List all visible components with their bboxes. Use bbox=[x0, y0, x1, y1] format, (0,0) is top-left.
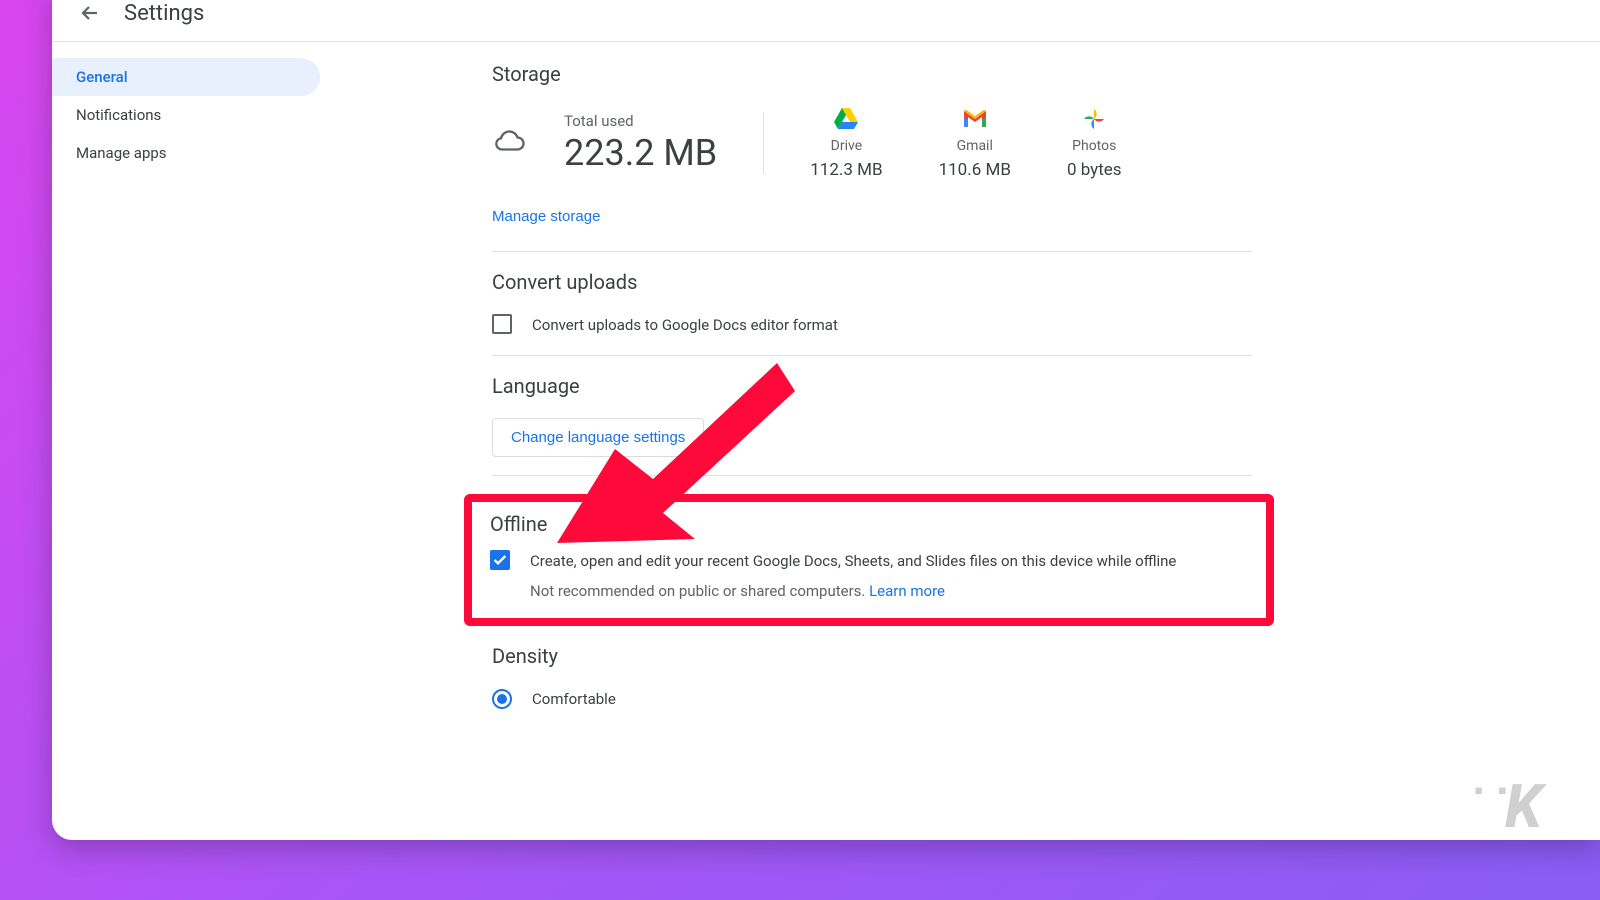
app-name: Photos bbox=[1067, 138, 1122, 154]
total-used-value: 223.2 MB bbox=[564, 132, 717, 174]
settings-window: Settings General Notifications Manage ap… bbox=[52, 0, 1600, 840]
convert-checkbox-label: Convert uploads to Google Docs editor fo… bbox=[532, 314, 838, 337]
convert-checkbox[interactable] bbox=[492, 314, 512, 334]
storage-row: Total used 223.2 MB Drive 112.3 MB bbox=[492, 106, 1252, 180]
page-title: Settings bbox=[124, 1, 204, 26]
section-title-offline: Offline bbox=[490, 512, 1248, 536]
app-size: 0 bytes bbox=[1067, 160, 1122, 180]
section-title-storage: Storage bbox=[492, 62, 1252, 86]
gmail-icon bbox=[939, 106, 1011, 132]
app-size: 112.3 MB bbox=[810, 160, 882, 180]
photos-icon bbox=[1067, 106, 1122, 132]
change-language-button[interactable]: Change language settings bbox=[492, 418, 704, 457]
app-gmail: Gmail 110.6 MB bbox=[939, 106, 1011, 180]
offline-checkbox-label: Create, open and edit your recent Google… bbox=[530, 550, 1176, 573]
sidebar-item-manage-apps[interactable]: Manage apps bbox=[52, 134, 320, 172]
section-title-convert: Convert uploads bbox=[492, 270, 1252, 294]
offline-text-block: Create, open and edit your recent Google… bbox=[530, 550, 1176, 601]
sidebar-item-label: Manage apps bbox=[76, 144, 167, 162]
section-language: Language Change language settings bbox=[492, 374, 1252, 476]
arrow-left-icon bbox=[78, 1, 102, 25]
offline-sub-prefix: Not recommended on public or shared comp… bbox=[530, 582, 869, 600]
check-icon bbox=[492, 552, 508, 568]
offline-highlight-box: Offline Create, open and edit your recen… bbox=[464, 494, 1274, 627]
sidebar-item-label: Notifications bbox=[76, 106, 161, 124]
section-storage: Storage Total used 223.2 MB bbox=[492, 62, 1252, 252]
app-size: 110.6 MB bbox=[939, 160, 1011, 180]
header: Settings bbox=[52, 0, 1600, 41]
total-used-block: Total used 223.2 MB bbox=[564, 112, 764, 174]
section-convert: Convert uploads Convert uploads to Googl… bbox=[492, 270, 1252, 356]
body: General Notifications Manage apps Storag… bbox=[52, 42, 1600, 767]
radio-label: Comfortable bbox=[532, 688, 616, 711]
content: Storage Total used 223.2 MB bbox=[332, 42, 1600, 767]
density-option-comfortable[interactable]: Comfortable bbox=[492, 688, 1252, 711]
section-title-density: Density bbox=[492, 644, 1252, 668]
cloud-icon bbox=[492, 124, 526, 162]
app-name: Gmail bbox=[939, 138, 1011, 154]
manage-storage-link[interactable]: Manage storage bbox=[492, 200, 600, 233]
sidebar-item-label: General bbox=[76, 68, 128, 86]
offline-subtext: Not recommended on public or shared comp… bbox=[530, 582, 1176, 600]
app-photos: Photos 0 bytes bbox=[1067, 106, 1122, 180]
offline-checkbox[interactable] bbox=[490, 550, 510, 570]
app-stats: Drive 112.3 MB Gmail 110.6 MB bbox=[810, 106, 1121, 180]
total-used-label: Total used bbox=[564, 112, 717, 130]
offline-check-row: Create, open and edit your recent Google… bbox=[490, 550, 1248, 601]
app-name: Drive bbox=[810, 138, 882, 154]
drive-icon bbox=[810, 106, 882, 132]
section-density: Density Comfortable bbox=[492, 644, 1252, 729]
back-button[interactable] bbox=[72, 0, 108, 31]
app-drive: Drive 112.3 MB bbox=[810, 106, 882, 180]
section-title-language: Language bbox=[492, 374, 1252, 398]
watermark-dots: ▪ ▪ bbox=[1474, 776, 1511, 806]
watermark: ▪ ▪K bbox=[1468, 771, 1540, 842]
sidebar-item-notifications[interactable]: Notifications bbox=[52, 96, 320, 134]
learn-more-link[interactable]: Learn more bbox=[869, 582, 945, 600]
radio-comfortable[interactable] bbox=[492, 689, 512, 709]
sidebar: General Notifications Manage apps bbox=[52, 42, 332, 767]
convert-check-row: Convert uploads to Google Docs editor fo… bbox=[492, 314, 1252, 337]
sidebar-item-general[interactable]: General bbox=[52, 58, 320, 96]
